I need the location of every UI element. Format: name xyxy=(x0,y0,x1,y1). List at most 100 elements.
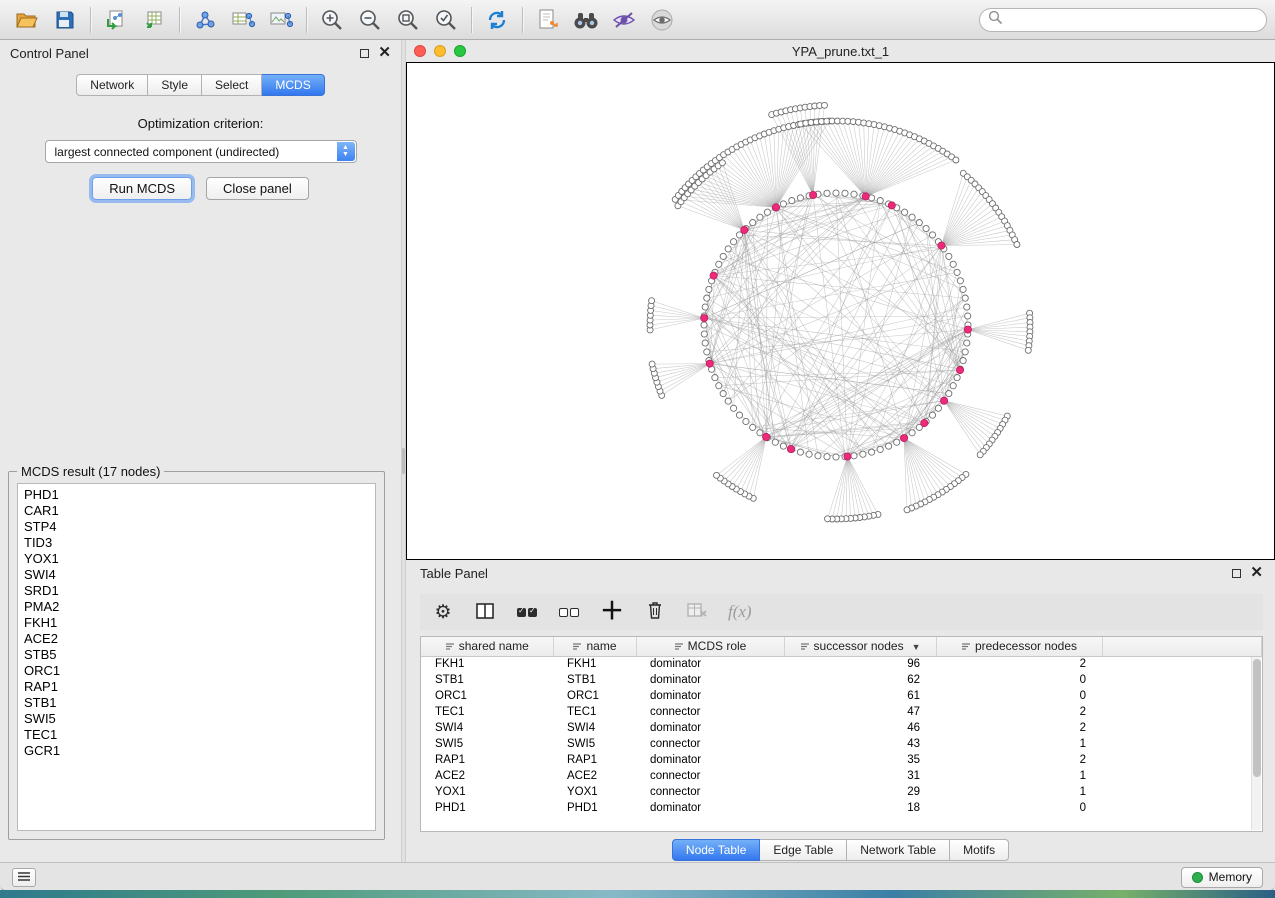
tab-network-table[interactable]: Network Table xyxy=(847,839,950,861)
cell-shared_name[interactable]: TEC1 xyxy=(421,704,553,720)
criterion-dropdown[interactable]: largest connected component (undirected)… xyxy=(45,140,357,163)
tab-motifs[interactable]: Motifs xyxy=(950,839,1009,861)
cell-role[interactable]: dominator xyxy=(636,688,784,704)
column-header-successor-nodes[interactable]: successor nodes▼ xyxy=(784,637,936,656)
tab-edge-table[interactable]: Edge Table xyxy=(760,839,847,861)
network-from-image-button[interactable] xyxy=(262,4,300,36)
cell-shared_name[interactable]: FKH1 xyxy=(421,656,553,672)
import-network-file-button[interactable] xyxy=(97,4,135,36)
cell-predecessors[interactable]: 1 xyxy=(936,784,1102,800)
show-graphics-button[interactable] xyxy=(643,4,681,36)
status-menu-button[interactable] xyxy=(12,868,36,887)
table-row[interactable]: STB1STB1dominator620 xyxy=(421,672,1262,688)
cell-name[interactable]: FKH1 xyxy=(553,656,636,672)
cell-predecessors[interactable]: 1 xyxy=(936,768,1102,784)
mcds-result-item[interactable]: SWI4 xyxy=(24,567,375,583)
cell-predecessors[interactable]: 0 xyxy=(936,672,1102,688)
cell-successors[interactable]: 43 xyxy=(784,736,936,752)
column-header-shared-name[interactable]: shared name xyxy=(421,637,553,656)
add-column-button[interactable]: ＋ xyxy=(600,600,624,624)
cell-successors[interactable]: 46 xyxy=(784,720,936,736)
tab-node-table[interactable]: Node Table xyxy=(672,839,761,861)
cell-shared_name[interactable]: ORC1 xyxy=(421,688,553,704)
mcds-result-item[interactable]: STP4 xyxy=(24,519,375,535)
column-header-mcds-role[interactable]: MCDS role xyxy=(636,637,784,656)
column-header-predecessor-nodes[interactable]: predecessor nodes xyxy=(936,637,1102,656)
table-row[interactable]: SWI4SWI4dominator462 xyxy=(421,720,1262,736)
show-columns-button[interactable] xyxy=(474,600,496,624)
cell-predecessors[interactable]: 2 xyxy=(936,704,1102,720)
deselect-all-button[interactable] xyxy=(558,600,580,624)
open-folder-button[interactable] xyxy=(8,4,46,36)
cell-role[interactable]: dominator xyxy=(636,752,784,768)
mcds-result-item[interactable]: STB1 xyxy=(24,695,375,711)
cell-shared_name[interactable]: SWI4 xyxy=(421,720,553,736)
cell-predecessors[interactable]: 2 xyxy=(936,720,1102,736)
cell-name[interactable]: ACE2 xyxy=(553,768,636,784)
import-table-file-button[interactable] xyxy=(135,4,173,36)
table-row[interactable]: PHD1PHD1dominator180 xyxy=(421,800,1262,816)
mcds-result-item[interactable]: PHD1 xyxy=(24,487,375,503)
select-all-button[interactable] xyxy=(516,600,538,624)
cell-successors[interactable]: 96 xyxy=(784,656,936,672)
cell-name[interactable]: TEC1 xyxy=(553,704,636,720)
cell-shared_name[interactable]: RAP1 xyxy=(421,752,553,768)
table-row[interactable]: TEC1TEC1connector472 xyxy=(421,704,1262,720)
mcds-result-item[interactable]: CAR1 xyxy=(24,503,375,519)
cell-name[interactable]: PHD1 xyxy=(553,800,636,816)
cell-role[interactable]: connector xyxy=(636,704,784,720)
zoom-selected-button[interactable] xyxy=(427,4,465,36)
cell-shared_name[interactable]: YOX1 xyxy=(421,784,553,800)
tab-mcds[interactable]: MCDS xyxy=(262,74,324,96)
table-scrollbar-thumb[interactable] xyxy=(1253,659,1261,777)
zoom-out-button[interactable] xyxy=(351,4,389,36)
export-network-button[interactable] xyxy=(529,4,567,36)
mcds-result-item[interactable]: YOX1 xyxy=(24,551,375,567)
zoom-fit-button[interactable] xyxy=(389,4,427,36)
table-row[interactable]: ORC1ORC1dominator610 xyxy=(421,688,1262,704)
mcds-result-item[interactable]: SWI5 xyxy=(24,711,375,727)
network-graph[interactable] xyxy=(407,63,1274,559)
cell-shared_name[interactable]: SWI5 xyxy=(421,736,553,752)
mcds-result-item[interactable]: FKH1 xyxy=(24,615,375,631)
cell-role[interactable]: dominator xyxy=(636,656,784,672)
cell-predecessors[interactable]: 0 xyxy=(936,688,1102,704)
mcds-result-item[interactable]: STB5 xyxy=(24,647,375,663)
cell-successors[interactable]: 62 xyxy=(784,672,936,688)
delete-table-button-disabled[interactable] xyxy=(686,600,708,624)
mcds-result-item[interactable]: TEC1 xyxy=(24,727,375,743)
refresh-button[interactable] xyxy=(478,4,516,36)
close-panel-button[interactable]: ✕ xyxy=(378,48,391,58)
zoom-in-button[interactable] xyxy=(313,4,351,36)
save-button[interactable] xyxy=(46,4,84,36)
cell-name[interactable]: SWI4 xyxy=(553,720,636,736)
mcds-result-item[interactable]: ACE2 xyxy=(24,631,375,647)
mcds-result-item[interactable]: SRD1 xyxy=(24,583,375,599)
search-input[interactable] xyxy=(1003,13,1258,27)
function-builder-button[interactable]: f(x) xyxy=(728,600,752,624)
table-row[interactable]: SWI5SWI5connector431 xyxy=(421,736,1262,752)
cell-role[interactable]: dominator xyxy=(636,720,784,736)
cell-role[interactable]: dominator xyxy=(636,672,784,688)
cell-name[interactable]: RAP1 xyxy=(553,752,636,768)
cell-successors[interactable]: 18 xyxy=(784,800,936,816)
cell-predecessors[interactable]: 2 xyxy=(936,752,1102,768)
cell-successors[interactable]: 29 xyxy=(784,784,936,800)
cell-predecessors[interactable]: 1 xyxy=(936,736,1102,752)
mcds-result-list[interactable]: PHD1CAR1STP4TID3YOX1SWI4SRD1PMA2FKH1ACE2… xyxy=(17,483,376,831)
cell-role[interactable]: connector xyxy=(636,736,784,752)
cell-role[interactable]: connector xyxy=(636,784,784,800)
network-canvas[interactable] xyxy=(406,62,1275,560)
run-mcds-button[interactable]: Run MCDS xyxy=(92,177,192,200)
table-row[interactable]: YOX1YOX1connector291 xyxy=(421,784,1262,800)
table-row[interactable]: FKH1FKH1dominator962 xyxy=(421,656,1262,672)
tab-style[interactable]: Style xyxy=(148,74,202,96)
cell-successors[interactable]: 31 xyxy=(784,768,936,784)
window-minimize-button[interactable] xyxy=(434,45,446,57)
table-row[interactable]: RAP1RAP1dominator352 xyxy=(421,752,1262,768)
tab-select[interactable]: Select xyxy=(202,74,262,96)
cell-successors[interactable]: 35 xyxy=(784,752,936,768)
mcds-result-item[interactable]: RAP1 xyxy=(24,679,375,695)
cell-predecessors[interactable]: 2 xyxy=(936,656,1102,672)
cell-shared_name[interactable]: STB1 xyxy=(421,672,553,688)
